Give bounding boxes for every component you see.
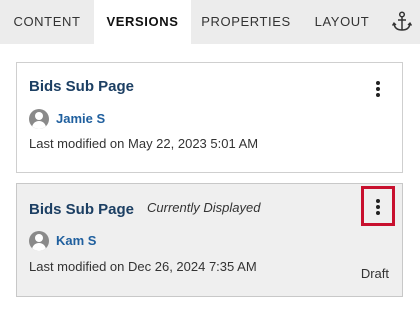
currently-displayed-label: Currently Displayed	[147, 200, 261, 215]
kebab-menu-icon[interactable]	[361, 69, 395, 109]
tab-content[interactable]: CONTENT	[0, 0, 94, 44]
avatar-body	[32, 121, 46, 129]
user-avatar-icon	[29, 231, 49, 251]
tab-versions[interactable]: VERSIONS	[94, 0, 191, 44]
kebab-dot	[376, 87, 380, 91]
author-name-link[interactable]: Jamie S	[56, 111, 105, 126]
version-card[interactable]: Bids Sub Page Jamie S Last modified on M…	[16, 62, 403, 173]
kebab-menu-icon[interactable]	[361, 186, 395, 226]
user-avatar-icon	[29, 109, 49, 129]
status-badge: Draft	[360, 266, 389, 281]
last-modified-text: Last modified on Dec 26, 2024 7:35 AM	[29, 259, 257, 274]
kebab-dot	[376, 205, 380, 209]
last-modified-text: Last modified on May 22, 2023 5:01 AM	[29, 136, 259, 151]
version-card-current[interactable]: Bids Sub Page Currently Displayed Kam S …	[16, 183, 403, 297]
author-name-link[interactable]: Kam S	[56, 233, 96, 248]
version-title[interactable]: Bids Sub Page	[29, 78, 134, 95]
tab-layout[interactable]: LAYOUT	[301, 0, 383, 44]
kebab-dot	[376, 93, 380, 97]
version-title[interactable]: Bids Sub Page	[29, 201, 134, 218]
avatar-head	[35, 234, 43, 242]
avatar-body	[32, 243, 46, 251]
kebab-dot	[376, 211, 380, 215]
kebab-dot	[376, 199, 380, 203]
tab-properties[interactable]: PROPERTIES	[191, 0, 301, 44]
tab-bar: CONTENT VERSIONS PROPERTIES LAYOUT	[0, 0, 420, 44]
anchor-icon[interactable]	[388, 10, 416, 34]
kebab-dot	[376, 81, 380, 85]
avatar-head	[35, 112, 43, 120]
